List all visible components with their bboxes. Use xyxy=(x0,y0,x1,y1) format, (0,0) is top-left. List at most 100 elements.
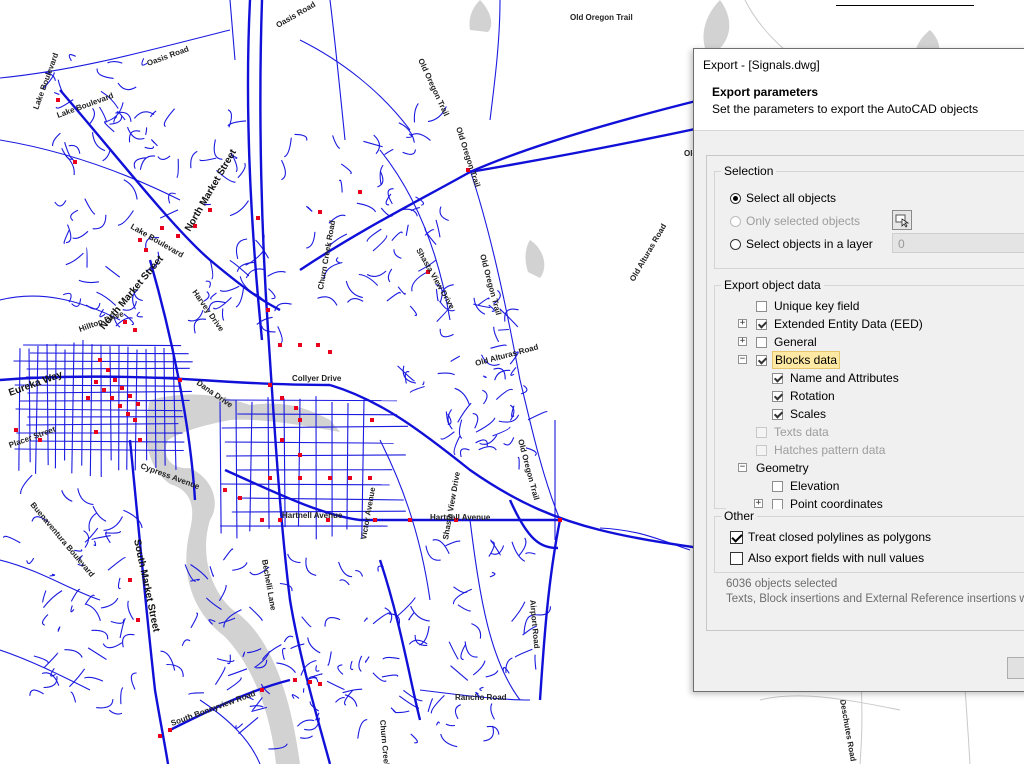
signal-point xyxy=(110,396,114,400)
only-selected-radio: Only selected objects xyxy=(730,213,860,229)
scales-checkbox[interactable] xyxy=(772,408,783,420)
signal-point xyxy=(178,378,182,382)
tree-item-blocks-data[interactable]: Blocks data xyxy=(756,351,841,369)
tree-item-texts-data: Texts data xyxy=(756,423,831,441)
rotation-checkbox[interactable] xyxy=(772,390,783,402)
signal-point xyxy=(133,418,137,422)
expand-plus-icon[interactable]: + xyxy=(738,319,747,328)
object-data-group-title: Export object data xyxy=(721,278,824,292)
objects-selected-count: 6036 objects selected xyxy=(726,578,838,590)
tree-item-unique-key[interactable]: Unique key field xyxy=(756,297,861,315)
signal-point xyxy=(123,320,127,324)
header-title: Export parameters xyxy=(712,85,819,99)
tree-item-eed[interactable]: Extended Entity Data (EED) xyxy=(756,315,925,333)
tree-label-selected: Blocks data xyxy=(772,351,841,369)
tree-label: Point coordinates xyxy=(790,497,883,509)
expand-plus-icon[interactable]: + xyxy=(754,499,763,508)
signal-point xyxy=(298,476,302,480)
tree-item-elevation[interactable]: Elevation xyxy=(772,477,841,495)
tree-item-general[interactable]: General xyxy=(756,333,819,351)
tree-label: Scales xyxy=(790,407,827,421)
tree-label: General xyxy=(774,335,817,349)
signal-point xyxy=(408,518,412,522)
eed-checkbox[interactable] xyxy=(756,318,767,330)
other-group-title: Other xyxy=(721,509,758,523)
tree-label: Texts data xyxy=(774,425,829,439)
tree-item-point-coordinates[interactable]: Point coordinates xyxy=(772,495,885,509)
tree-item-geometry[interactable]: Geometry xyxy=(754,459,811,477)
signal-point xyxy=(118,404,122,408)
signal-point xyxy=(238,496,242,500)
null-values-label: Also export fields with null values xyxy=(748,551,925,565)
signal-point xyxy=(126,412,130,416)
radio-unselected-icon xyxy=(730,238,741,250)
signal-point xyxy=(293,678,297,682)
tree-item-hatches-pattern: Hatches pattern data xyxy=(756,441,887,459)
tree-item-name-attributes[interactable]: Name and Attributes xyxy=(772,369,901,387)
object-data-tree[interactable]: Unique key field + Extended Entity Data … xyxy=(726,297,1024,509)
signal-point xyxy=(298,343,302,347)
signal-point xyxy=(278,343,282,347)
signal-point xyxy=(136,618,140,622)
select-in-layer-radio[interactable]: Select objects in a layer xyxy=(730,236,873,252)
dialog-ok-button[interactable] xyxy=(1007,657,1024,679)
signal-point xyxy=(138,238,142,242)
signal-point xyxy=(73,160,77,164)
header-subtitle: Set the parameters to export the AutoCAD… xyxy=(712,102,979,116)
signal-point xyxy=(328,350,332,354)
signal-point xyxy=(56,98,60,102)
signal-point xyxy=(370,418,374,422)
signal-point xyxy=(106,368,110,372)
collapse-minus-icon[interactable]: − xyxy=(738,355,747,364)
collapse-minus-icon[interactable]: − xyxy=(738,463,747,472)
signal-point xyxy=(298,453,302,457)
unique-key-checkbox[interactable] xyxy=(756,300,767,312)
street-line xyxy=(302,688,305,693)
status-note: Texts, Block insertions and External Ref… xyxy=(726,593,1024,605)
signal-point xyxy=(133,328,137,332)
signal-point xyxy=(86,396,90,400)
signal-point xyxy=(208,208,212,212)
signal-point xyxy=(168,728,172,732)
selection-group-title: Selection xyxy=(721,164,777,178)
signal-point xyxy=(318,682,322,686)
street-label: Hartnell Avenue xyxy=(430,513,491,522)
signal-point xyxy=(316,343,320,347)
tree-item-rotation[interactable]: Rotation xyxy=(772,387,837,405)
title-bar[interactable]: Export - [Signals.dwg] xyxy=(694,49,1024,80)
select-all-radio[interactable]: Select all objects xyxy=(730,190,836,206)
expand-plus-icon[interactable]: + xyxy=(738,337,747,346)
pick-objects-button[interactable] xyxy=(892,210,912,230)
signal-point xyxy=(14,428,18,432)
layer-combo[interactable]: 0 xyxy=(892,233,1024,253)
general-checkbox[interactable] xyxy=(756,336,767,348)
tree-label: Name and Attributes xyxy=(790,371,899,385)
radio-disabled-icon xyxy=(730,215,741,227)
tree-item-scales[interactable]: Scales xyxy=(772,405,828,423)
signal-point xyxy=(98,358,102,362)
street-line xyxy=(498,328,509,331)
signal-point xyxy=(318,210,322,214)
signal-point xyxy=(136,402,140,406)
closed-polylines-option[interactable]: Treat closed polylines as polygons xyxy=(730,529,931,545)
elevation-checkbox[interactable] xyxy=(772,480,783,492)
blocks-data-checkbox[interactable] xyxy=(756,354,767,366)
street-label: Collyer Drive xyxy=(292,374,342,383)
signal-point xyxy=(176,234,180,238)
street-label: Hartnell Avenue xyxy=(282,511,343,520)
signal-point xyxy=(138,438,142,442)
signal-point xyxy=(368,476,372,480)
signal-point xyxy=(280,396,284,400)
signal-point xyxy=(294,406,298,410)
export-dialog: Export - [Signals.dwg] Export parameters… xyxy=(693,48,1024,692)
null-values-checkbox[interactable] xyxy=(730,551,743,565)
signal-point xyxy=(144,248,148,252)
null-values-option[interactable]: Also export fields with null values xyxy=(730,550,924,566)
texts-data-checkbox xyxy=(756,426,767,438)
closed-polylines-checkbox[interactable] xyxy=(730,530,743,544)
only-selected-label: Only selected objects xyxy=(746,214,861,228)
point-coordinates-checkbox[interactable] xyxy=(772,498,783,509)
name-attributes-checkbox[interactable] xyxy=(772,372,783,384)
tree-label: Hatches pattern data xyxy=(774,443,886,457)
signal-point xyxy=(120,386,124,390)
